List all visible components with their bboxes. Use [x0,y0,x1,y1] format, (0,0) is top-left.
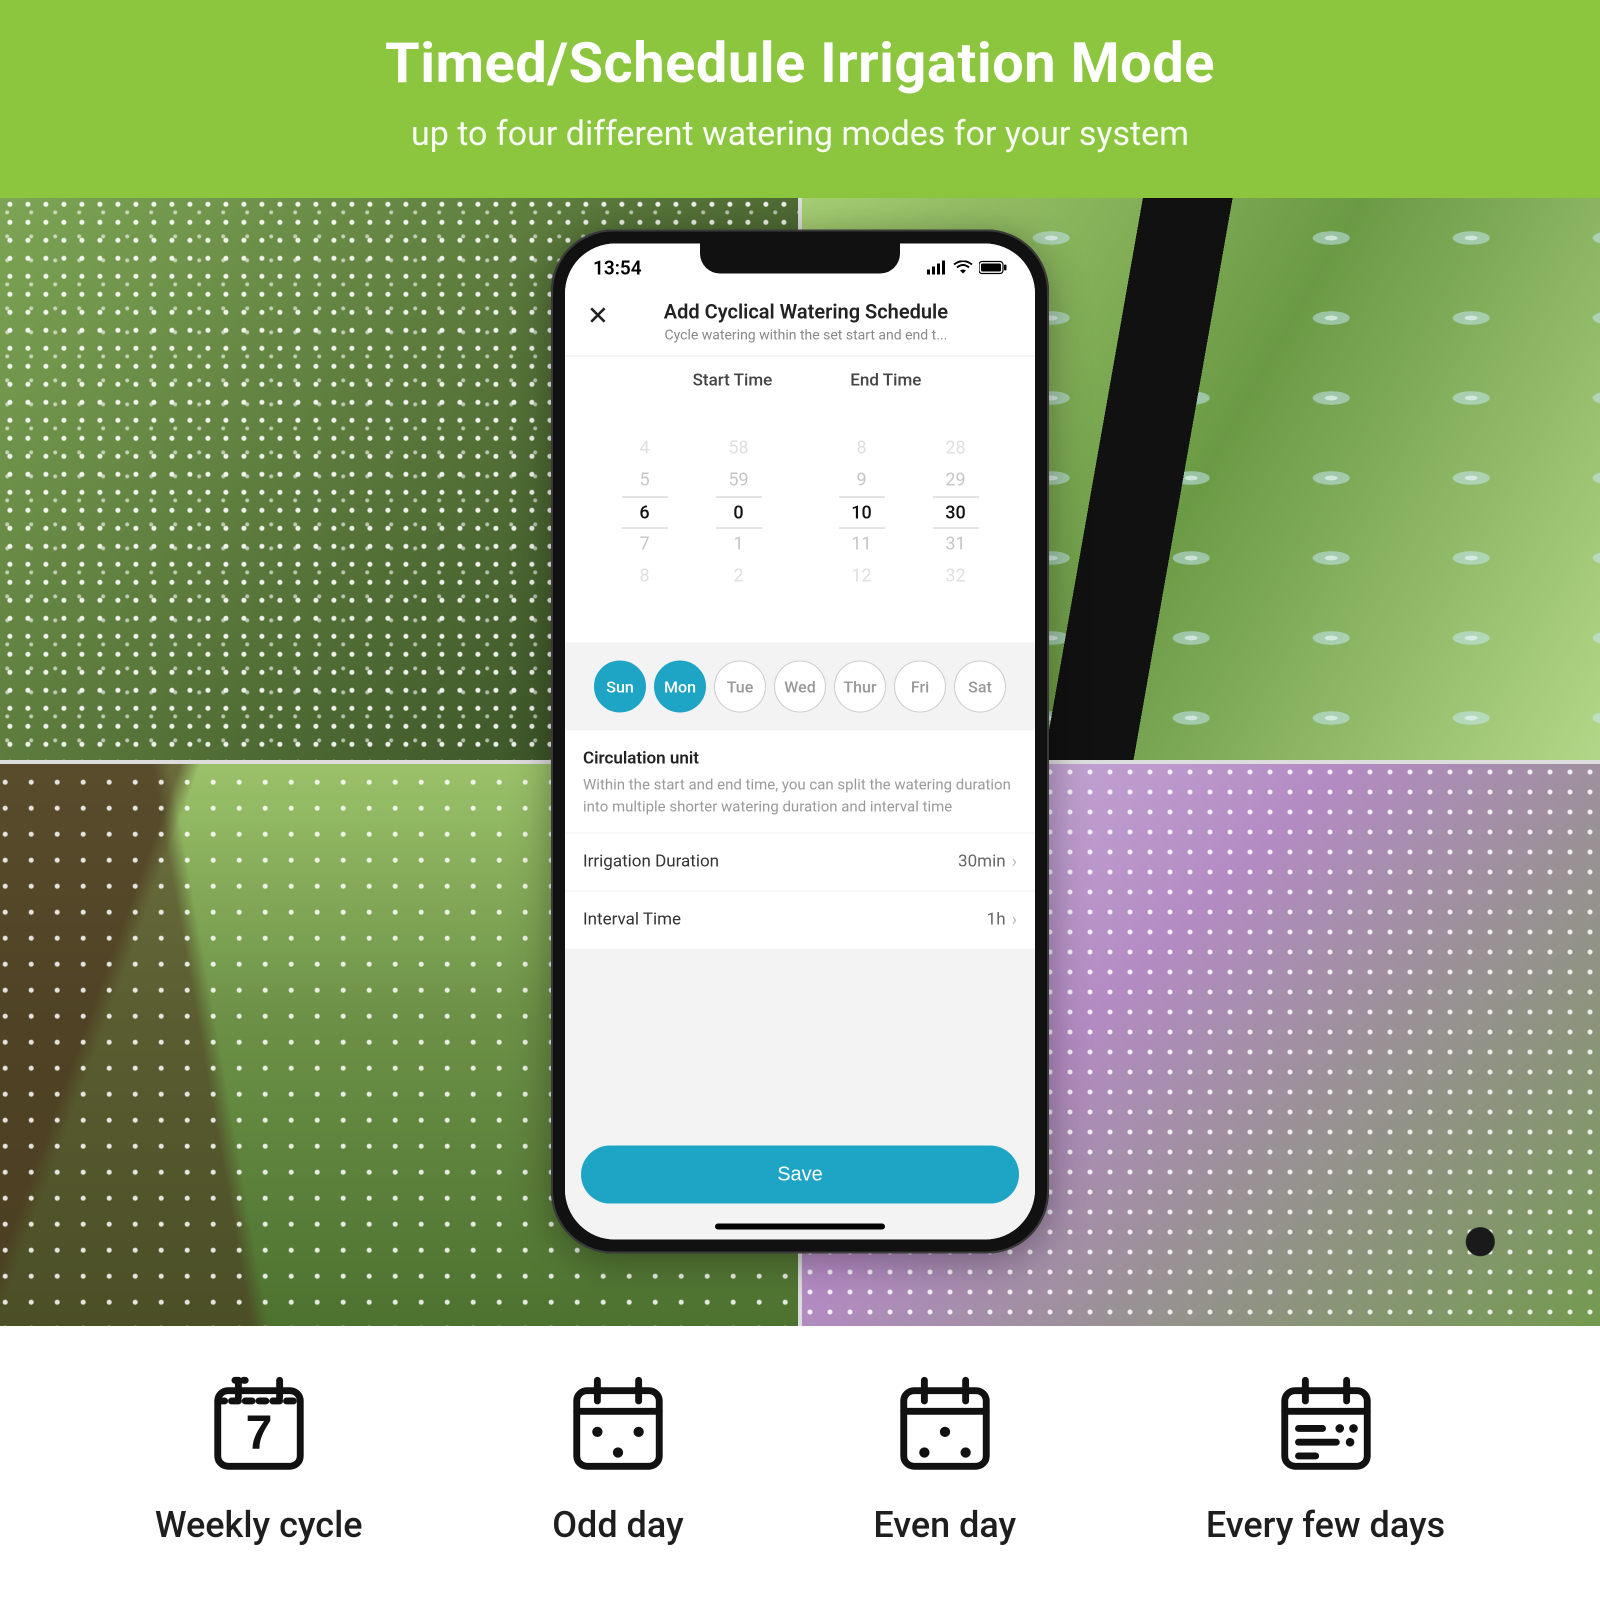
home-indicator [715,1224,885,1230]
banner: Timed/Schedule Irrigation Mode up to fou… [0,0,1600,198]
circulation-title: Circulation unit [583,749,1017,769]
day-sat[interactable]: Sat [954,661,1006,713]
time-picker-section: Start Time End Time 4 5 6 7 8 [565,357,1035,643]
page-title: Add Cyclical Watering Schedule [627,300,985,324]
start-time-label: Start Time [693,371,773,391]
end-time-label: End Time [850,371,921,391]
mode-few-days-label: Every few days [1206,1504,1445,1546]
even-day-icon [890,1465,1000,1484]
circulation-unit-section: Circulation unit Within the start and en… [565,731,1035,833]
phone-notch [700,244,900,274]
end-hour-wheel[interactable]: 8 9 10 11 12 [839,401,885,625]
banner-subtitle: up to four different watering modes for … [0,114,1600,154]
day-wed[interactable]: Wed [774,661,826,713]
chevron-right-icon: › [1012,851,1017,872]
mode-weekly: 7 Weekly cycle [155,1370,363,1546]
end-minute-wheel[interactable]: 28 29 30 31 32 [933,401,979,625]
svg-text:7: 7 [245,1406,272,1460]
interval-time-value: 1h [987,910,1006,930]
mode-even: Even day [873,1370,1016,1546]
page-subtitle: Cycle watering within the set start and … [627,328,985,344]
mode-even-label: Even day [873,1504,1016,1546]
close-icon[interactable]: ✕ [581,300,615,334]
odd-day-icon [563,1465,673,1484]
start-minute-wheel[interactable]: 58 59 0 1 2 [716,401,762,625]
mode-weekly-label: Weekly cycle [155,1504,363,1546]
day-thur[interactable]: Thur [834,661,886,713]
end-time-picker[interactable]: 8 9 10 11 12 28 29 30 [839,401,979,625]
irrigation-duration-row[interactable]: Irrigation Duration 30min › [565,832,1035,890]
day-mon[interactable]: Mon [654,661,706,713]
mode-odd: Odd day [552,1370,683,1546]
chevron-right-icon: › [1012,909,1017,930]
phone-mockup: 13:54 ✕ [551,230,1049,1254]
irrigation-duration-label: Irrigation Duration [583,852,719,872]
battery-icon [979,261,1007,275]
status-time: 13:54 [593,256,642,279]
spacer [565,948,1035,1132]
screen-header: ✕ Add Cyclical Watering Schedule Cycle w… [565,292,1035,357]
day-tue[interactable]: Tue [714,661,766,713]
irrigation-duration-value: 30min [958,852,1006,872]
cellular-signal-icon [927,261,947,275]
day-fri[interactable]: Fri [894,661,946,713]
wifi-icon [953,261,973,275]
mode-few-days: Every few days [1206,1370,1445,1546]
day-sun[interactable]: Sun [594,661,646,713]
save-button[interactable]: Save [581,1146,1019,1204]
circulation-desc: Within the start and end time, you can s… [583,775,1017,819]
every-few-days-icon [1271,1465,1381,1484]
start-time-picker[interactable]: 4 5 6 7 8 58 59 0 [622,401,762,625]
mode-list: 7 Weekly cycle Odd day [0,1326,1600,1546]
day-selector: Sun Mon Tue Wed Thur Fri Sat [565,643,1035,731]
start-hour-wheel[interactable]: 4 5 6 7 8 [622,401,668,625]
mode-odd-label: Odd day [552,1504,683,1546]
weekly-cycle-icon: 7 [204,1465,314,1484]
photo-collage: 13:54 ✕ [0,198,1600,1326]
interval-time-label: Interval Time [583,910,681,930]
interval-time-row[interactable]: Interval Time 1h › [565,890,1035,948]
banner-title: Timed/Schedule Irrigation Mode [0,30,1600,96]
